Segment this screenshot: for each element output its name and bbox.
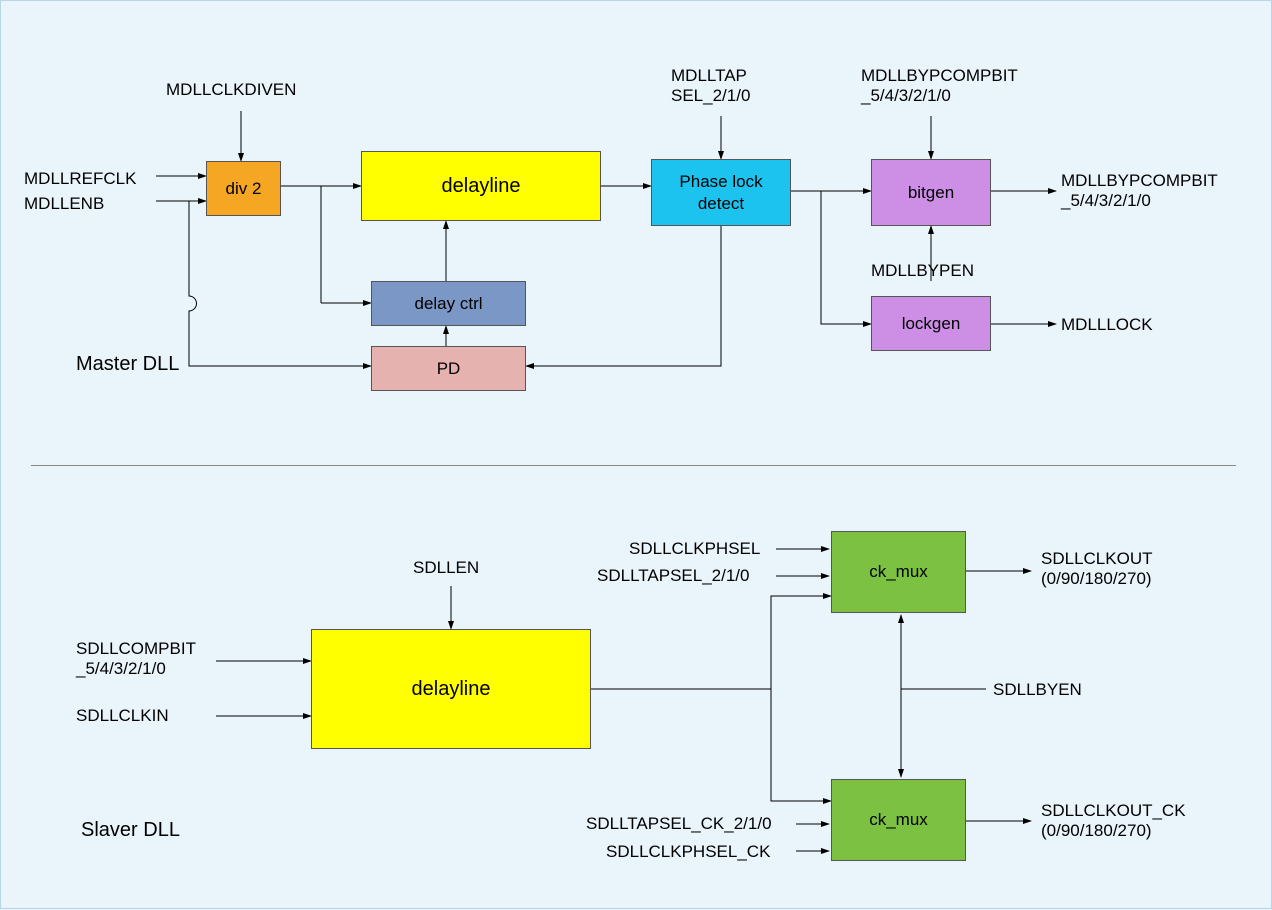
label-mdllclkdiven: MDLLCLKDIVEN <box>166 80 296 100</box>
label-sdllclkphsel-ck: SDLLCLKPHSEL_CK <box>606 842 770 862</box>
connections <box>1 1 1272 910</box>
label-sdllcompbit: SDLLCOMPBIT _5/4/3/2/1/0 <box>76 639 196 679</box>
block-ckmux-top: ck_mux <box>831 531 966 613</box>
label-mdllrefclk: MDLLREFCLK <box>24 169 136 189</box>
label-sdlltapsel-ck: SDLLTAPSEL_CK_2/1/0 <box>586 814 772 834</box>
block-phase-lock-detect: Phase lock detect <box>651 159 791 226</box>
label-mdllbypcompbit-in: MDLLBYPCOMPBIT _5/4/3/2/1/0 <box>861 66 1018 106</box>
label-slaver-title: Slaver DLL <box>81 819 180 842</box>
block-slaver-delayline: delayline <box>311 629 591 749</box>
block-bitgen: bitgen <box>871 159 991 226</box>
label-mdllenb: MDLLENB <box>24 194 104 214</box>
label-sdllen: SDLLEN <box>413 558 479 578</box>
label-master-title: Master DLL <box>76 353 179 376</box>
label-mdllbypcompbit-out: MDLLBYPCOMPBIT _5/4/3/2/1/0 <box>1061 171 1218 211</box>
label-sdllclkin: SDLLCLKIN <box>76 706 169 726</box>
block-lockgen: lockgen <box>871 296 991 351</box>
block-ckmux-bottom: ck_mux <box>831 779 966 861</box>
block-pd: PD <box>371 346 526 391</box>
label-mdllbypen: MDLLBYPEN <box>871 261 974 281</box>
diagram-canvas: div 2 delayline delay ctrl PD Phase lock… <box>0 0 1272 909</box>
section-divider <box>31 465 1236 466</box>
label-sdllbyen: SDLLBYEN <box>993 680 1082 700</box>
label-sdlltapsel: SDLLTAPSEL_2/1/0 <box>597 566 749 586</box>
label-sdllclkout-ck: SDLLCLKOUT_CK (0/90/180/270) <box>1041 801 1186 841</box>
label-sdllclkout: SDLLCLKOUT (0/90/180/270) <box>1041 549 1152 589</box>
label-mdlltapsel: MDLLTAP SEL_2/1/0 <box>671 66 750 106</box>
label-sdllclkphsel: SDLLCLKPHSEL <box>629 539 760 559</box>
block-master-delayline: delayline <box>361 151 601 221</box>
block-delay-ctrl: delay ctrl <box>371 281 526 326</box>
block-div2: div 2 <box>206 161 281 216</box>
label-mdlllock: MDLLLOCK <box>1061 315 1153 335</box>
